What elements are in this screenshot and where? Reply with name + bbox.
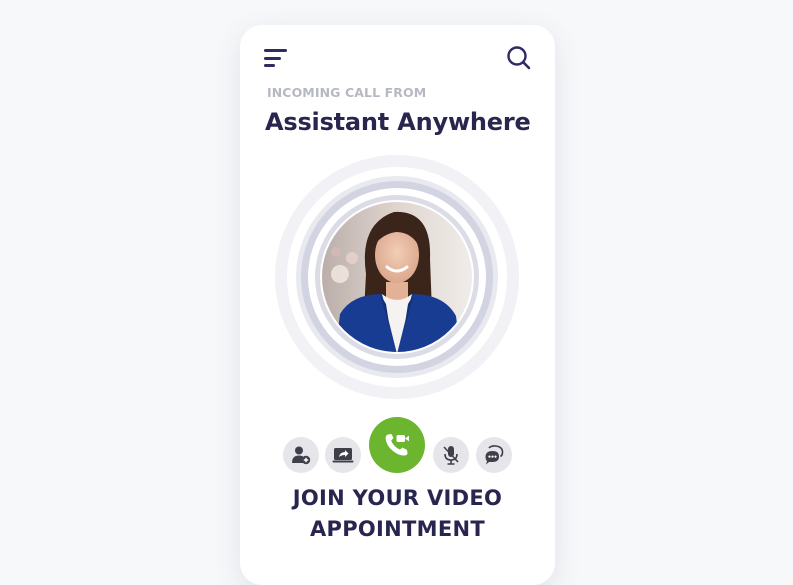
join-appointment-line-2: APPOINTMENT: [309, 517, 486, 541]
video-call-icon: [385, 434, 409, 456]
answer-video-call-button[interactable]: [369, 417, 425, 473]
incoming-call-label: INCOMING CALL FROM: [267, 85, 427, 100]
search-button[interactable]: [506, 45, 532, 71]
join-appointment-text: JOIN YOUR VIDEO APPOINTMENT: [240, 483, 555, 545]
phone-screen: INCOMING CALL FROM Assistant Anywhere JO…: [240, 25, 555, 585]
add-participant-button[interactable]: [283, 437, 319, 473]
chat-bubble-icon: [485, 445, 504, 465]
join-appointment-line-1: JOIN YOUR VIDEO: [292, 486, 503, 510]
call-actions: [240, 417, 555, 475]
menu-button[interactable]: [264, 49, 290, 69]
hamburger-menu-line: [264, 57, 281, 60]
hamburger-menu-line: [264, 64, 275, 67]
share-screen-button[interactable]: [325, 437, 361, 473]
search-icon: [507, 46, 531, 70]
chat-button[interactable]: [476, 437, 512, 473]
mute-microphone-button[interactable]: [433, 437, 469, 473]
hamburger-menu-icon: [264, 49, 287, 52]
caller-avatar-rings: [274, 154, 520, 400]
caller-name: Assistant Anywhere: [265, 108, 531, 136]
add-user-icon: [292, 446, 311, 465]
screen-share-icon: [332, 448, 354, 463]
mic-off-icon: [443, 446, 459, 465]
